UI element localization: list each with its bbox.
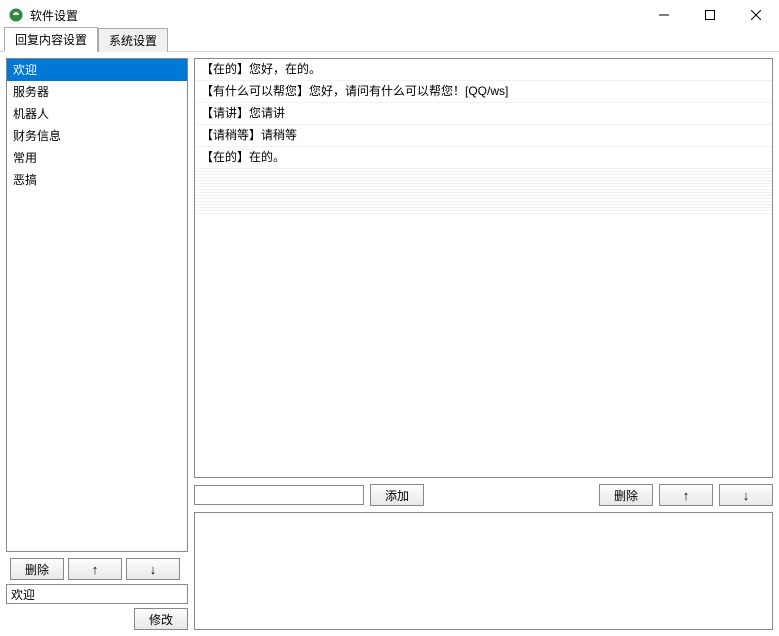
list-item[interactable]: 欢迎 [7, 59, 187, 81]
reply-add-button[interactable]: 添加 [370, 484, 424, 506]
list-item[interactable]: 机器人 [7, 103, 187, 125]
list-item[interactable]: 财务信息 [7, 125, 187, 147]
reply-add-input[interactable] [194, 485, 364, 505]
category-modify-button[interactable]: 修改 [134, 608, 188, 630]
content-area: 欢迎 服务器 机器人 财务信息 常用 恶搞 删除 ↑ ↓ 修改 【在的】您好，在… [0, 52, 779, 636]
category-panel: 欢迎 服务器 机器人 财务信息 常用 恶搞 删除 ↑ ↓ 修改 [6, 58, 188, 630]
tab-system-settings[interactable]: 系统设置 [98, 28, 168, 52]
minimize-button[interactable] [641, 0, 687, 30]
category-list[interactable]: 欢迎 服务器 机器人 财务信息 常用 恶搞 [6, 58, 188, 552]
app-icon [8, 7, 24, 23]
tab-reply-content[interactable]: 回复内容设置 [4, 27, 98, 52]
reply-move-up-button[interactable]: ↑ [659, 484, 713, 506]
list-item[interactable]: 恶搞 [7, 169, 187, 191]
reply-panel: 【在的】您好，在的。 【有什么可以帮您】您好，请问有什么可以帮您！[QQ/ws]… [194, 58, 773, 630]
app-window: 软件设置 回复内容设置 系统设置 欢迎 服务器 机器人 财务信息 常用 恶搞 [0, 0, 779, 636]
list-item[interactable]: 【在的】您好，在的。 [195, 59, 772, 81]
reply-edit-textarea[interactable] [194, 512, 773, 630]
window-title: 软件设置 [30, 7, 641, 24]
reply-button-row: 添加 删除 ↑ ↓ [194, 484, 773, 506]
list-item[interactable] [195, 211, 772, 214]
list-item[interactable]: 【请稍等】请稍等 [195, 125, 772, 147]
list-item[interactable]: 常用 [7, 147, 187, 169]
category-delete-button[interactable]: 删除 [10, 558, 64, 580]
reply-delete-button[interactable]: 删除 [599, 484, 653, 506]
reply-list[interactable]: 【在的】您好，在的。 【有什么可以帮您】您好，请问有什么可以帮您！[QQ/ws]… [194, 58, 773, 478]
tab-strip: 回复内容设置 系统设置 [0, 30, 779, 52]
titlebar: 软件设置 [0, 0, 779, 30]
category-name-input[interactable] [6, 584, 188, 604]
list-item[interactable]: 【有什么可以帮您】您好，请问有什么可以帮您！[QQ/ws] [195, 81, 772, 103]
window-buttons [641, 0, 779, 30]
category-move-up-button[interactable]: ↑ [68, 558, 122, 580]
list-item[interactable]: 服务器 [7, 81, 187, 103]
list-item[interactable]: 【请讲】您请讲 [195, 103, 772, 125]
close-button[interactable] [733, 0, 779, 30]
reply-move-down-button[interactable]: ↓ [719, 484, 773, 506]
category-move-down-button[interactable]: ↓ [126, 558, 180, 580]
list-item[interactable]: 【在的】在的。 [195, 147, 772, 169]
maximize-button[interactable] [687, 0, 733, 30]
category-button-row: 删除 ↑ ↓ [6, 558, 188, 580]
category-modify-row: 修改 [6, 608, 188, 630]
